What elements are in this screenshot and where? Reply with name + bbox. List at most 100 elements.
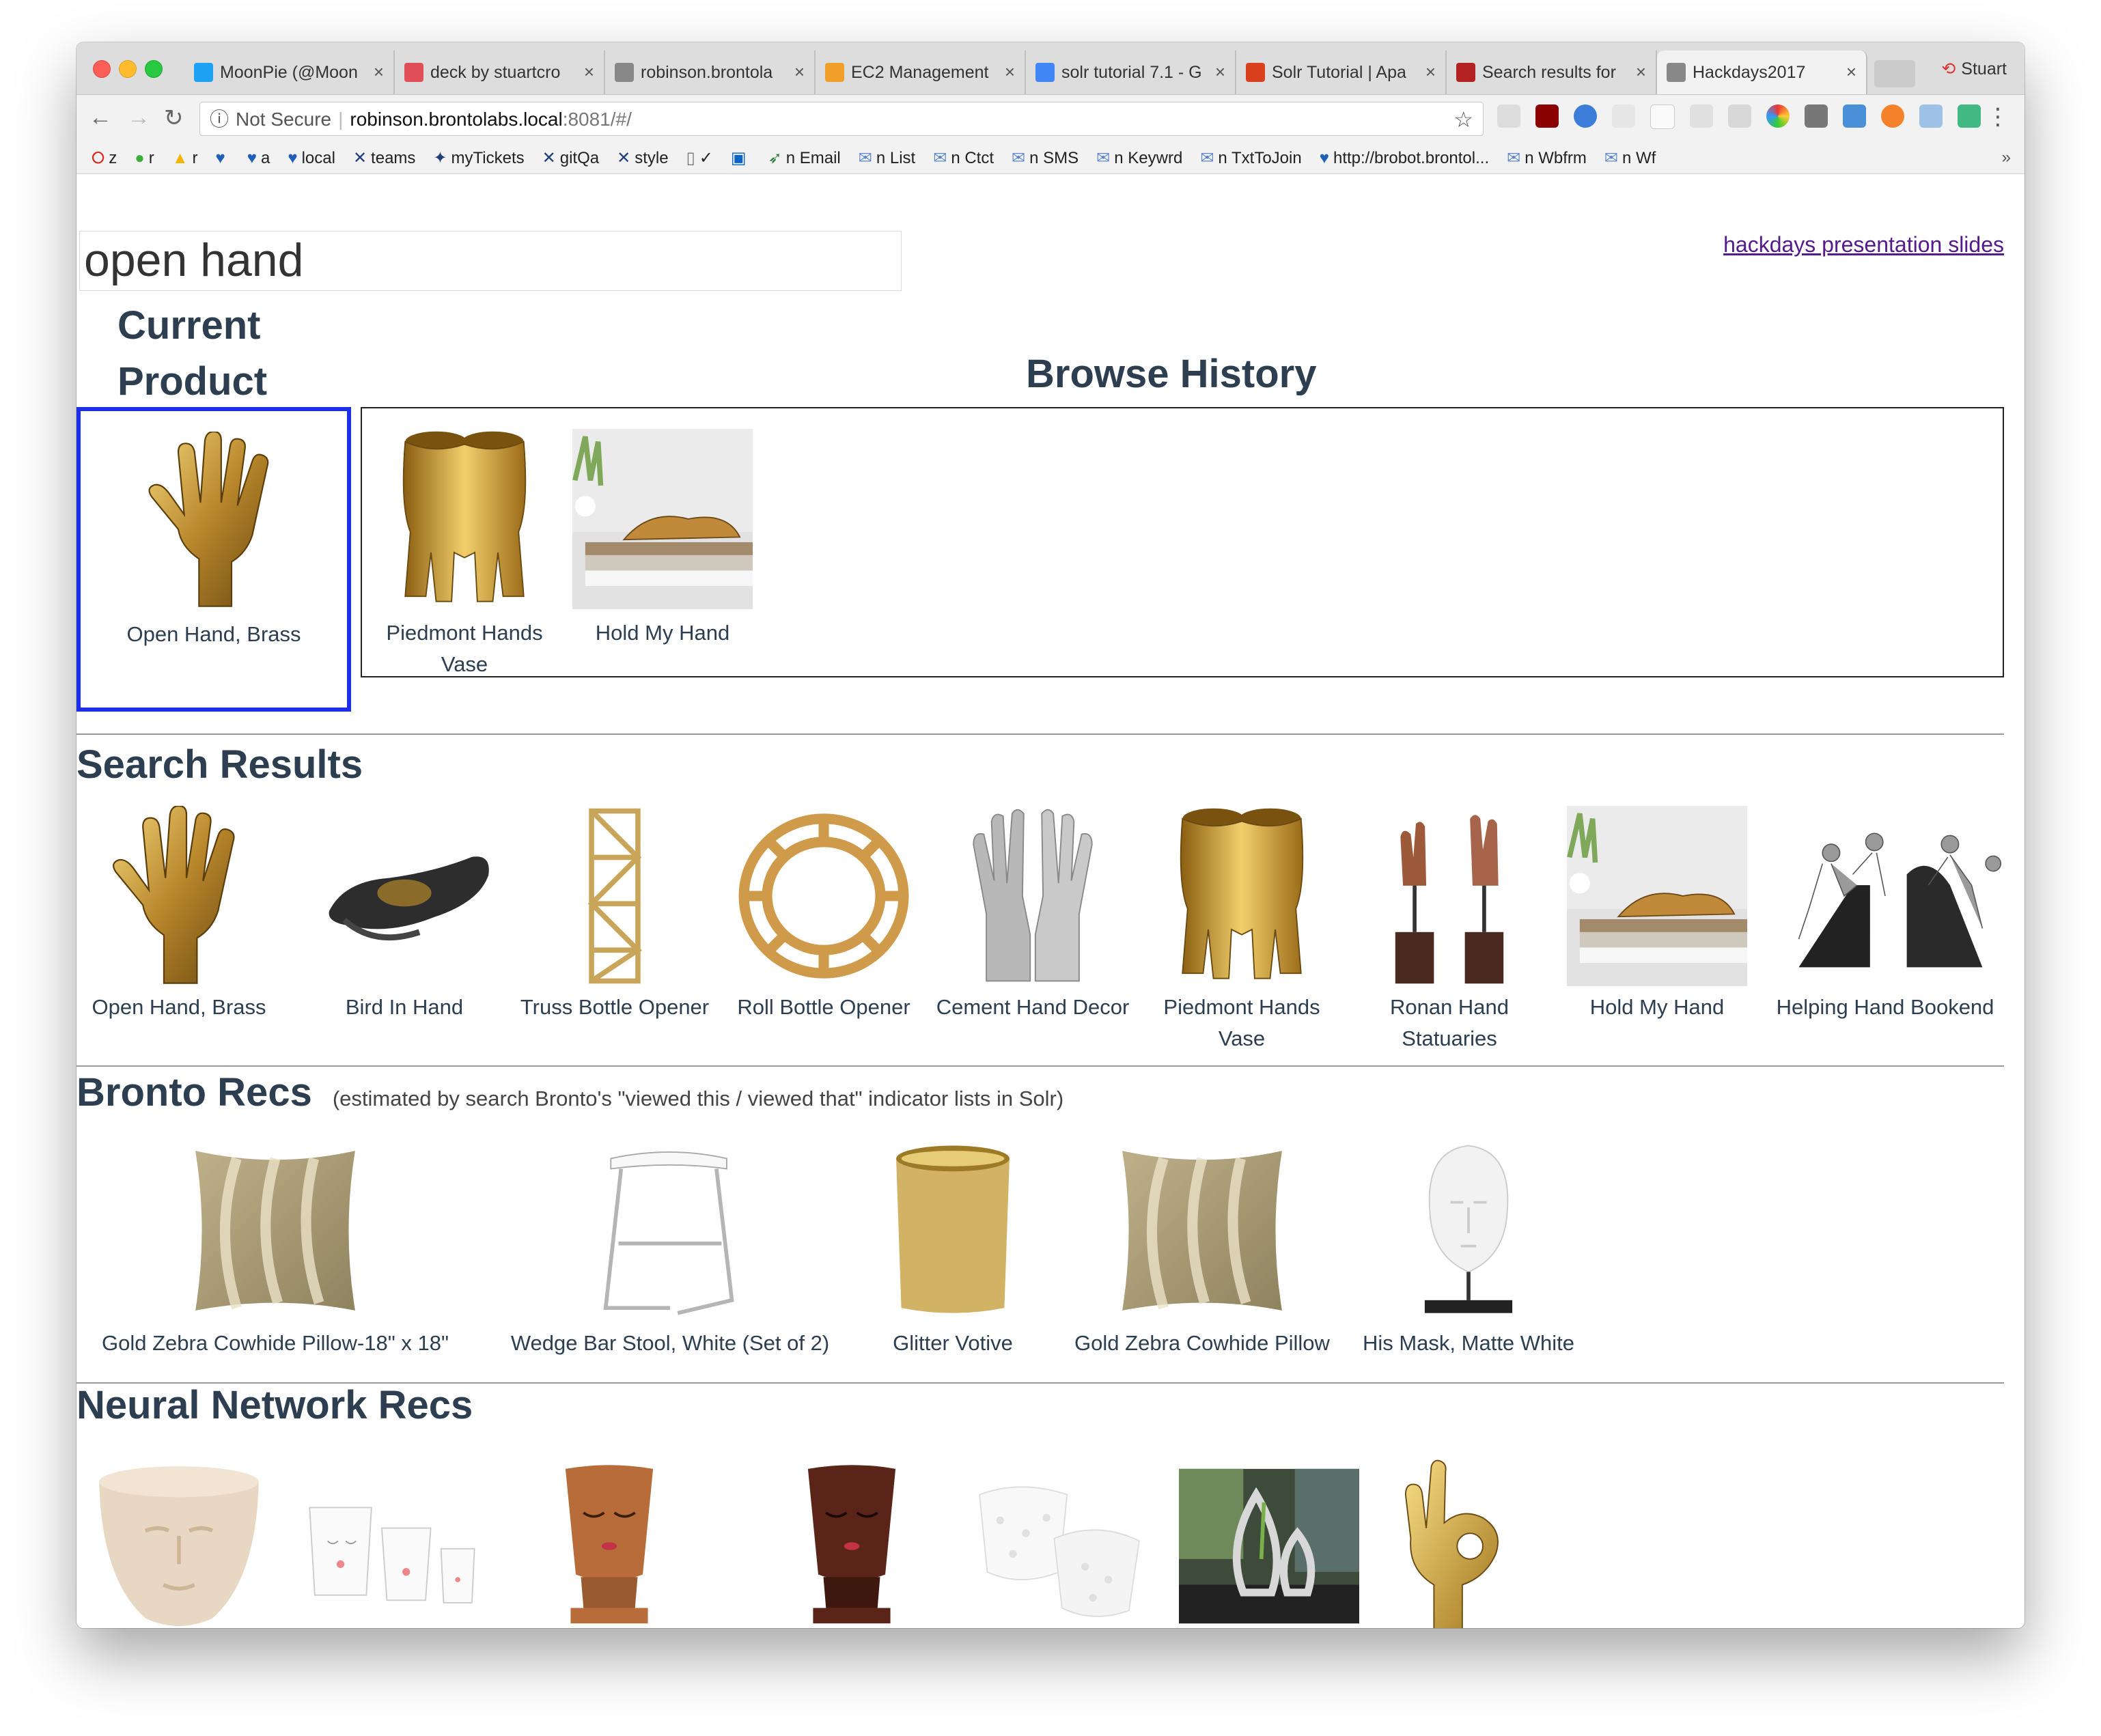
product-name[interactable]: Glitter Votive: [862, 1328, 1044, 1359]
globe-icon[interactable]: [1574, 104, 1597, 128]
bookmark-item[interactable]: ✉ n List: [859, 148, 915, 168]
close-tab-icon[interactable]: ×: [1425, 61, 1436, 83]
browser-tab[interactable]: solr tutorial 7.1 - G ×: [1026, 51, 1236, 94]
product-item[interactable]: Hold My Hand: [1555, 806, 1759, 1060]
product-item[interactable]: Roll Bottle Opener: [721, 806, 926, 1060]
product-name[interactable]: Cement Hand Decor: [930, 992, 1135, 1023]
product-name[interactable]: Truss Bottle Opener: [512, 992, 717, 1023]
current-product-item[interactable]: Open Hand, Brass: [81, 411, 347, 708]
product-item[interactable]: Open Hand, Brass: [76, 806, 281, 1060]
product-image[interactable]: [863, 1140, 1043, 1321]
product-item[interactable]: Helping Hand Bookend: [1766, 806, 2004, 1060]
product-name[interactable]: Helping Hand Bookend: [1766, 992, 2004, 1023]
bookmark-item[interactable]: ✉ n TxtToJoin: [1200, 148, 1301, 168]
extension-icon[interactable]: [1497, 104, 1520, 128]
vue-icon[interactable]: [1958, 104, 1981, 128]
address-bar[interactable]: ⓘ Not Secure | robinson.brontolabs.local:80…: [199, 102, 1484, 136]
product-item[interactable]: Cement Hand Decor: [930, 806, 1135, 1060]
product-image[interactable]: [302, 1456, 482, 1628]
product-name[interactable]: His Mask, Matte White: [1347, 1328, 1590, 1359]
minimize-window-button[interactable]: [119, 60, 137, 78]
close-window-button[interactable]: [93, 60, 111, 78]
bookmark-item[interactable]: ✦ myTickets: [433, 148, 524, 168]
product-name[interactable]: Open Hand, Brass: [76, 992, 281, 1023]
product-image[interactable]: [374, 429, 555, 609]
bookmark-item[interactable]: ♥: [215, 149, 229, 168]
bookmark-item[interactable]: ✕ style: [617, 148, 668, 168]
presentation-slides-link[interactable]: hackdays presentation slides: [1723, 232, 2004, 257]
browser-tab[interactable]: EC2 Management ×: [816, 51, 1026, 94]
bookmarks-overflow-icon[interactable]: »: [2002, 148, 2011, 167]
bookmark-star-icon[interactable]: ☆: [1453, 102, 1473, 135]
back-arrow-icon[interactable]: ←: [89, 104, 112, 131]
product-name[interactable]: Hold My Hand: [1555, 992, 1759, 1023]
new-tab-button[interactable]: [1874, 60, 1915, 87]
product-item[interactable]: His Mask, Matte White: [1347, 1140, 1590, 1396]
bookmark-item[interactable]: ● r: [135, 149, 154, 168]
extension-icon[interactable]: [1881, 104, 1904, 128]
product-item[interactable]: Piedmont Hands Vase: [366, 429, 563, 686]
product-image[interactable]: [734, 806, 914, 986]
browser-tab[interactable]: MoonPie (@Moon ×: [184, 51, 395, 94]
product-image[interactable]: [1152, 806, 1332, 986]
product-name[interactable]: Gold Zebra Cowhide Pillow-18" x 18": [76, 1328, 474, 1359]
forward-arrow-icon[interactable]: →: [127, 104, 150, 131]
profile-button[interactable]: ⟲ Stuart: [1941, 59, 2007, 79]
product-image[interactable]: [89, 806, 269, 986]
close-tab-icon[interactable]: ×: [374, 61, 384, 83]
close-tab-icon[interactable]: ×: [1005, 61, 1015, 83]
ublock-icon[interactable]: [1535, 104, 1559, 128]
product-name[interactable]: Piedmont Hands Vase: [1139, 992, 1344, 1054]
search-input[interactable]: open hand: [79, 231, 902, 291]
color-wheel-icon[interactable]: [1766, 104, 1790, 128]
product-image[interactable]: [580, 1140, 760, 1321]
product-name[interactable]: Hold My Hand: [564, 617, 761, 649]
product-image[interactable]: [572, 429, 753, 609]
product-image[interactable]: [185, 1140, 365, 1321]
zoom-window-button[interactable]: [145, 60, 163, 78]
close-tab-icon[interactable]: ×: [1846, 61, 1856, 83]
product-item[interactable]: Gold Zebra Cowhide Pillow-18" x 18": [76, 1140, 474, 1396]
bookmark-item[interactable]: ⭘ z: [92, 149, 117, 168]
product-item[interactable]: OK Sign, Brass: [1359, 1456, 1540, 1628]
product-item[interactable]: Piedmont Hands Vase: [1139, 806, 1344, 1060]
product-item[interactable]: Hold My Hand: [564, 429, 761, 686]
bookmark-item[interactable]: ♥ a: [247, 149, 270, 168]
menu-icon[interactable]: ⋮: [1986, 103, 2009, 130]
bookmark-item[interactable]: ♥ http://brobot.brontol...: [1320, 149, 1489, 168]
product-item[interactable]: Bird In Hand: [302, 806, 507, 1060]
extension-icon[interactable]: [1690, 104, 1713, 128]
product-item[interactable]: Truss Bottle Opener: [512, 806, 717, 1060]
product-image[interactable]: [1359, 806, 1540, 986]
product-image[interactable]: [89, 1456, 269, 1628]
product-image[interactable]: [525, 806, 705, 986]
close-tab-icon[interactable]: ×: [1636, 61, 1646, 83]
bookmark-item[interactable]: ✕ teams: [353, 148, 415, 168]
product-image[interactable]: [1179, 1456, 1359, 1628]
product-image[interactable]: [1359, 1456, 1540, 1628]
product-name[interactable]: Wedge Bar Stool, White (Set of 2): [485, 1328, 855, 1359]
product-name[interactable]: Gold Zebra Cowhide Pillow: [1063, 1328, 1341, 1359]
product-name[interactable]: Ronan Hand Statuaries: [1347, 992, 1552, 1054]
product-item[interactable]: Celfie Vase, Vanilla: [288, 1456, 496, 1628]
browser-tab[interactable]: Search results for ×: [1447, 51, 1657, 94]
bookmark-item[interactable]: ✉ n Keywrd: [1096, 148, 1182, 168]
extension-icon[interactable]: [1612, 104, 1635, 128]
product-item[interactable]: Celfie Vase, Chocolate: [731, 1456, 973, 1628]
product-image[interactable]: [1112, 1140, 1292, 1321]
close-tab-icon[interactable]: ×: [584, 61, 594, 83]
product-name[interactable]: Bird In Hand: [302, 992, 507, 1023]
bookmark-item[interactable]: ➶ n Email: [768, 148, 841, 168]
product-item[interactable]: Carry About Vase: [1175, 1456, 1363, 1628]
bookmark-item[interactable]: ▯ ✓: [686, 148, 713, 168]
product-image[interactable]: [762, 1456, 942, 1628]
browser-tab[interactable]: deck by stuartcro ×: [395, 51, 605, 94]
bookmark-item[interactable]: ✕ gitQa: [542, 148, 599, 168]
product-image[interactable]: [943, 806, 1123, 986]
info-icon[interactable]: ⓘ: [210, 109, 229, 130]
product-image[interactable]: [969, 1456, 1150, 1628]
product-item[interactable]: Ronan Hand Statuaries: [1347, 806, 1552, 1060]
product-image[interactable]: [519, 1456, 699, 1628]
product-image[interactable]: [314, 806, 495, 986]
reload-icon[interactable]: ↻: [164, 104, 184, 132]
